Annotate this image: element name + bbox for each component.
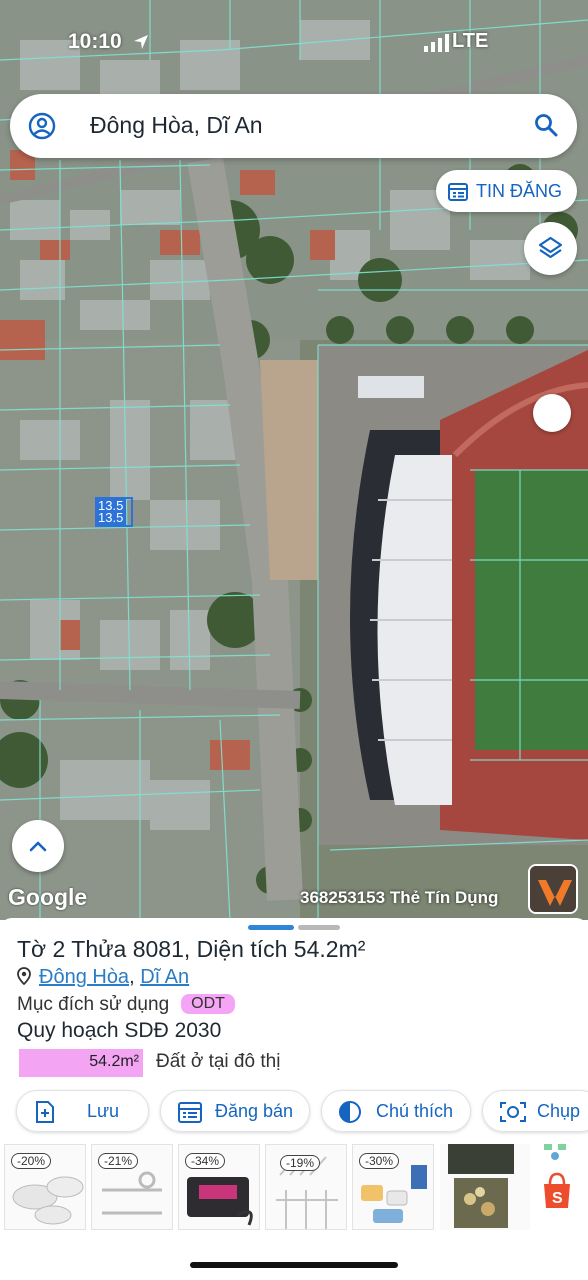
network-type: LTE — [452, 30, 489, 52]
land-use-badge: ODT — [181, 994, 235, 1014]
search-icon[interactable] — [533, 112, 559, 138]
ad-product-tile[interactable]: -19% — [265, 1144, 347, 1230]
capture-label: Chụp — [537, 1101, 581, 1121]
purpose-label: Mục đích sử dụng — [17, 994, 170, 1015]
satellite-map[interactable]: 10:10 LTE TIN ĐĂNG — [0, 0, 588, 920]
ad-product-tile[interactable]: -34% — [178, 1144, 260, 1230]
status-bar: 10:10 LTE — [0, 0, 588, 88]
product-image — [448, 1144, 514, 1228]
listings-label: TIN ĐĂNG — [476, 181, 563, 201]
ward-link[interactable]: Đông Hòa — [39, 966, 129, 988]
expand-up-button[interactable] — [12, 820, 64, 872]
calendar-list-icon — [448, 183, 468, 201]
discount-badge: -20% — [11, 1153, 52, 1169]
location-marker[interactable] — [533, 394, 571, 432]
save-label: Lưu — [87, 1101, 120, 1121]
listings-button[interactable]: TIN ĐĂNG — [436, 170, 577, 212]
parcel-info-sheet: Tờ 2 Thửa 8081, Diện tích 54.2m² Đông Hò… — [0, 918, 588, 1280]
svg-text:S: S — [552, 1190, 563, 1207]
planning-title: Quy hoạch SDĐ 2030 — [17, 1019, 222, 1042]
legend-label: Chú thích — [376, 1101, 454, 1121]
search-bar[interactable] — [10, 94, 577, 158]
chevron-up-icon — [29, 841, 47, 852]
parcel-area-label: 13.5 — [95, 510, 127, 525]
location-separator: , — [129, 966, 141, 988]
area-value: 54.2m² — [89, 1053, 139, 1070]
home-indicator[interactable] — [190, 1262, 398, 1268]
contrast-icon — [339, 1101, 361, 1123]
signal-icon — [424, 34, 449, 52]
ad-thumbnail[interactable] — [528, 864, 578, 914]
ad-product-tile[interactable]: -21% — [91, 1144, 173, 1230]
location-arrow-icon — [134, 35, 148, 49]
search-input[interactable] — [90, 112, 520, 139]
ad-banner-strip[interactable]: -20% -21% -34% -19% -30% S — [0, 1144, 588, 1234]
shopee-ad[interactable]: S — [536, 1144, 586, 1230]
discount-badge: -30% — [359, 1153, 400, 1169]
discount-badge: -19% — [280, 1155, 321, 1171]
ad-brand-icon — [530, 866, 576, 912]
ad-ticker-text[interactable]: 368253153 Thẻ Tín Dụng — [300, 888, 498, 908]
sheet-page-indicator[interactable] — [298, 925, 340, 930]
capture-button[interactable]: Chụp — [482, 1090, 588, 1132]
save-button[interactable]: Lưu — [16, 1090, 149, 1132]
location-pin-icon — [17, 967, 31, 985]
layers-button[interactable] — [524, 222, 577, 275]
user-icon[interactable] — [28, 112, 56, 140]
discount-badge: -21% — [98, 1153, 139, 1169]
post-for-sale-button[interactable]: Đăng bán — [160, 1090, 310, 1132]
land-use-purpose: Mục đích sử dụng ODT — [17, 994, 235, 1016]
shopee-bag-icon: S — [544, 1144, 570, 1208]
parcel-location: Đông Hòa, Dĩ An — [17, 966, 189, 989]
ad-product-tile[interactable]: -20% — [4, 1144, 86, 1230]
post-for-sale-label: Đăng bán — [215, 1101, 294, 1121]
ad-product-tile[interactable] — [440, 1144, 530, 1230]
list-calendar-icon — [178, 1102, 202, 1123]
bookmark-add-icon — [36, 1101, 54, 1123]
legend-button[interactable]: Chú thích — [321, 1090, 471, 1132]
land-type-description: Đất ở tại đô thị — [156, 1051, 281, 1072]
district-link[interactable]: Dĩ An — [140, 966, 189, 988]
discount-badge: -34% — [185, 1153, 226, 1169]
status-time: 10:10 — [68, 30, 122, 53]
sheet-page-indicator-active[interactable] — [248, 925, 294, 930]
parcel-title: Tờ 2 Thửa 8081, Diện tích 54.2m² — [17, 936, 366, 962]
area-bar: 54.2m² — [19, 1049, 143, 1077]
camera-capture-icon — [500, 1102, 526, 1122]
action-bar: Lưu Đăng bán Chú thích Chụp — [0, 1090, 588, 1132]
ad-product-tile[interactable]: -30% — [352, 1144, 434, 1230]
layers-icon — [538, 236, 563, 259]
google-logo: Google — [8, 884, 88, 910]
